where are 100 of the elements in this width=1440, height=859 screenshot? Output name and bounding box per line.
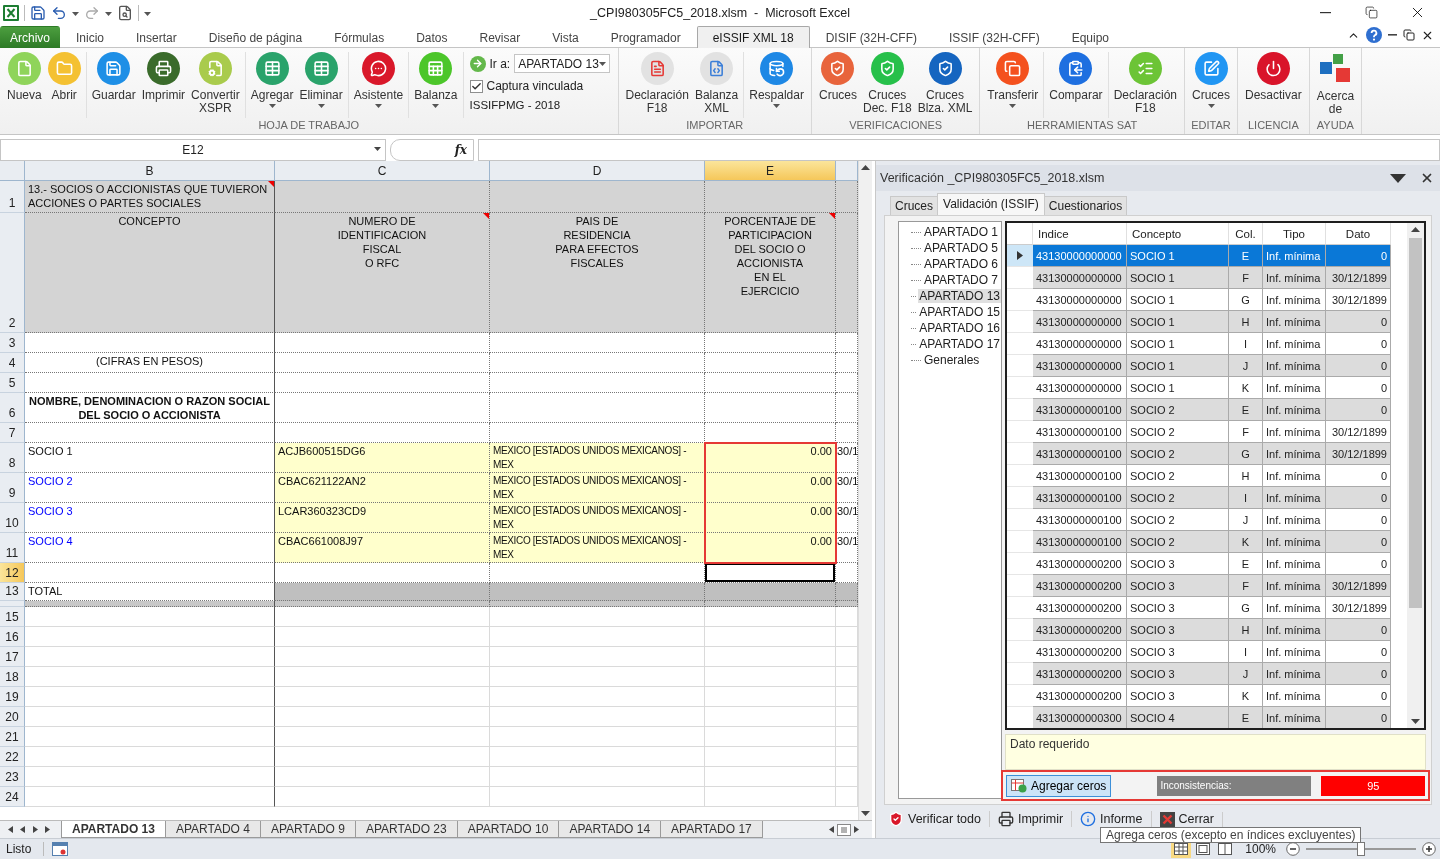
sheet-tab[interactable]: APARTADO 13	[61, 821, 166, 838]
ribbon-tab[interactable]: Vista	[536, 26, 595, 48]
sheet-tab[interactable]: APARTADO 17	[660, 821, 763, 838]
name-box[interactable]: E12	[0, 139, 386, 161]
ribbon-tab[interactable]: Programador	[594, 26, 697, 48]
file-tab[interactable]: Archivo	[0, 26, 60, 48]
scroll-thumb[interactable]	[837, 823, 851, 836]
row-header[interactable]: 1	[0, 181, 25, 213]
ribbon-button[interactable]: Nueva	[4, 52, 45, 102]
row-header[interactable]: 18	[0, 667, 25, 687]
sheet-tab[interactable]: APARTADO 4	[164, 821, 261, 838]
panel-tab[interactable]: Validación (ISSIF)	[937, 193, 1045, 215]
row-header[interactable]: 13	[0, 583, 25, 601]
zoom-in-icon[interactable]	[1422, 842, 1436, 856]
minimize-icon[interactable]	[1388, 34, 1397, 36]
toolbar-button[interactable]: Verificar todo	[880, 811, 990, 827]
row-header[interactable]: 8	[0, 443, 25, 473]
row-header[interactable]: 2	[0, 213, 25, 333]
tree-item[interactable]: Generales	[923, 353, 981, 367]
row-header[interactable]: 16	[0, 627, 25, 647]
ribbon-tab[interactable]: Insertar	[120, 26, 193, 48]
ribbon-tab[interactable]: Equipo	[1055, 26, 1125, 48]
tree-item[interactable]: APARTADO 1	[923, 225, 1000, 239]
row-header[interactable]: 19	[0, 687, 25, 707]
section-dropdown[interactable]: APARTADO 13	[514, 54, 610, 73]
tree-item[interactable]: APARTADO 6	[923, 257, 1000, 271]
checkbox[interactable]	[469, 79, 483, 93]
panel-tab[interactable]: Cruces	[890, 196, 938, 215]
macro-record-icon[interactable]	[52, 842, 69, 856]
ribbon-button[interactable]: Asistente	[350, 52, 407, 108]
scrollbar[interactable]	[1407, 223, 1425, 728]
column-header[interactable]: E	[705, 161, 836, 181]
save-icon[interactable]	[30, 4, 46, 21]
sheet-tab[interactable]: APARTADO 14	[558, 821, 662, 838]
tree-item[interactable]: APARTADO 5	[923, 241, 1000, 255]
last-sheet-icon[interactable]	[45, 826, 52, 833]
arrow-up-icon[interactable]	[861, 165, 870, 170]
help-icon[interactable]	[1366, 27, 1382, 43]
row-header[interactable]: 22	[0, 747, 25, 767]
ribbon-button[interactable]: Eliminar	[296, 52, 346, 108]
toolbar-button[interactable]: Cerrar	[1151, 811, 1223, 827]
sheet-tab[interactable]: APARTADO 23	[354, 821, 458, 838]
ribbon-button[interactable]: Respaldar	[746, 52, 807, 108]
row-header[interactable]: 17	[0, 647, 25, 667]
column-header[interactable]: B	[25, 161, 275, 181]
scroll-left-icon[interactable]	[828, 826, 835, 833]
ribbon-button[interactable]: Cruces Blza. XML	[914, 52, 976, 115]
row-header[interactable]: 3	[0, 333, 25, 353]
ribbon-button[interactable]: Comparar	[1046, 52, 1106, 102]
spreadsheet-logo-icon[interactable]	[3, 4, 19, 21]
arrow-up-icon[interactable]	[1411, 227, 1421, 232]
tree-item[interactable]: APARTADO 17	[918, 337, 1001, 351]
row-header[interactable]: 5	[0, 373, 25, 393]
scroll-thumb[interactable]	[1409, 238, 1423, 608]
sheet-tab[interactable]: APARTADO 10	[456, 821, 560, 838]
tree-item[interactable]: APARTADO 16	[918, 321, 1001, 335]
ribbon-button[interactable]: Transferir	[984, 52, 1042, 108]
row-header[interactable]: 15	[0, 607, 25, 627]
sheet-tab[interactable]: APARTADO 9	[259, 821, 356, 838]
row-header[interactable]: 20	[0, 707, 25, 727]
ribbon-button[interactable]: Imprimir	[138, 52, 189, 102]
ribbon-tab[interactable]: Inicio	[60, 26, 121, 48]
print-preview-icon[interactable]	[117, 4, 133, 21]
ribbon-button[interactable]: Cruces	[1189, 52, 1233, 108]
column-header[interactable]: Indice	[1033, 223, 1127, 245]
arrow-down-icon[interactable]	[861, 811, 870, 816]
row-header[interactable]: 11	[0, 533, 25, 563]
row-header[interactable]: 10	[0, 503, 25, 533]
ribbon-button[interactable]: Desactivar	[1242, 52, 1305, 102]
column-header[interactable]: Dato	[1326, 223, 1391, 245]
next-sheet-icon[interactable]	[32, 826, 39, 833]
column-header[interactable]: D	[490, 161, 705, 181]
ribbon-button[interactable]: Convertir XSPR	[188, 52, 243, 115]
first-sheet-icon[interactable]	[6, 826, 13, 833]
row-header[interactable]: 21	[0, 727, 25, 747]
zoom-out-icon[interactable]	[1286, 842, 1300, 856]
row-header[interactable]: 7	[0, 423, 25, 443]
scroll-right-icon[interactable]	[853, 826, 860, 833]
row-selector[interactable]	[1007, 245, 1033, 267]
ribbon-button[interactable]: Abrir	[44, 52, 84, 102]
ribbon-button[interactable]: Declaración F18	[1110, 52, 1180, 115]
restore-icon[interactable]	[1403, 29, 1415, 41]
close-icon[interactable]	[1420, 171, 1434, 185]
ribbon-button[interactable]: Guardar	[88, 52, 139, 102]
previous-sheet-icon[interactable]	[19, 826, 26, 833]
tree-item[interactable]: APARTADO 15	[918, 305, 1001, 319]
ribbon-tab[interactable]: Datos	[400, 26, 464, 48]
column-header[interactable]: C	[275, 161, 490, 181]
insert-function-button[interactable]: fx	[454, 143, 467, 157]
row-header[interactable]: 12	[0, 563, 25, 583]
dropdown-icon[interactable]	[1390, 173, 1406, 183]
ribbon-button[interactable]: Balanza	[411, 52, 461, 108]
ribbon-button[interactable]: Cruces	[815, 52, 860, 102]
zoom-slider[interactable]	[1357, 842, 1365, 856]
tree-item[interactable]: APARTADO 7	[923, 273, 1000, 287]
ribbon-button[interactable]: Declaración F18	[622, 52, 692, 115]
undo-icon[interactable]	[51, 4, 67, 21]
tree-item[interactable]: APARTADO 13	[918, 289, 1001, 303]
row-header[interactable]: 4	[0, 353, 25, 373]
ribbon-tab[interactable]: Fórmulas	[318, 26, 401, 48]
